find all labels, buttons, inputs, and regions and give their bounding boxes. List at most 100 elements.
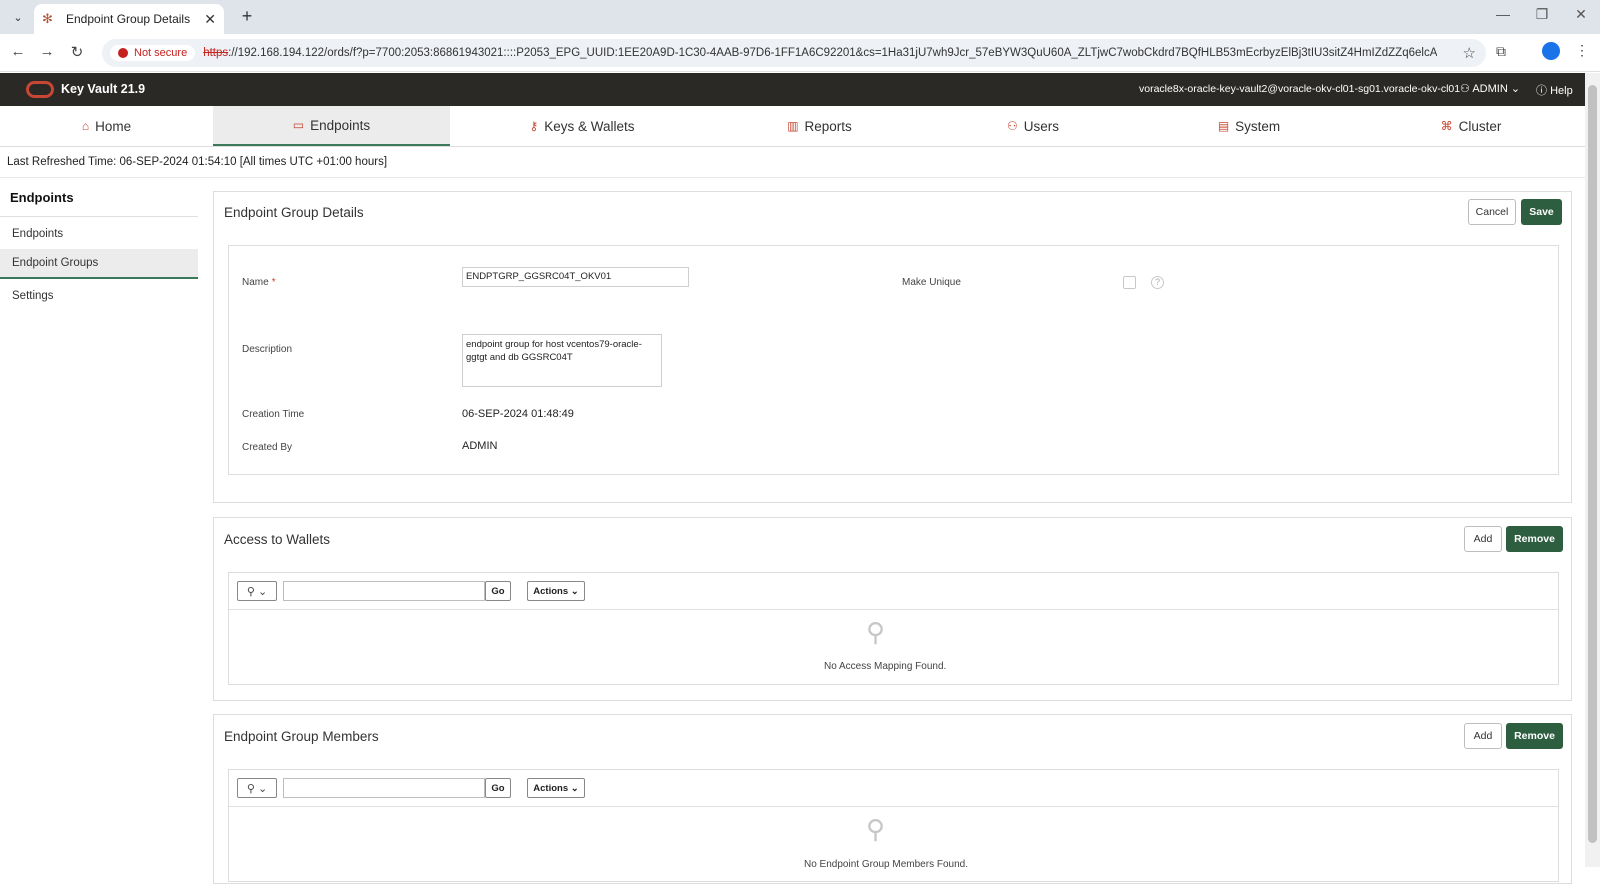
nav-system-label: System <box>1235 118 1281 134</box>
key-icon: ⚷ <box>529 119 539 133</box>
search-input[interactable] <box>283 581 485 601</box>
warning-icon <box>118 48 128 58</box>
minimize-icon[interactable]: — <box>1488 6 1518 22</box>
empty-search-icon: ⚲ <box>866 617 886 647</box>
chevron-down-icon: ⌄ <box>570 585 579 597</box>
actions-label: Actions <box>533 782 569 794</box>
sidebar-item-endpoints[interactable]: Endpoints <box>0 219 198 249</box>
back-icon[interactable]: ← <box>7 43 29 60</box>
product-name: Key Vault 21.9 <box>61 82 146 96</box>
creation-time-label: Creation Time <box>242 409 305 420</box>
go-button[interactable]: Go <box>485 581 511 601</box>
search-input[interactable] <box>283 778 485 798</box>
tab-list-chevron-icon[interactable]: ⌄ <box>8 7 28 27</box>
endpoint-group-details-region: Endpoint Group Details Cancel Save Name *… <box>213 191 1572 503</box>
nav-home[interactable]: ⌂ Home <box>0 106 213 146</box>
make-unique-label: Make Unique <box>902 277 961 288</box>
home-icon: ⌂ <box>81 119 90 133</box>
divider <box>229 609 1558 610</box>
new-tab-icon[interactable]: + <box>236 6 258 27</box>
nav-cluster[interactable]: ⌘ Cluster <box>1357 106 1585 146</box>
security-label: Not secure <box>134 47 188 59</box>
nav-cluster-label: Cluster <box>1458 118 1502 134</box>
actions-label: Actions <box>533 585 569 597</box>
bar-chart-icon: ▥ <box>787 119 799 133</box>
user-icon: ⚇ <box>1460 83 1470 95</box>
divider <box>0 216 198 217</box>
created-by-value: ADMIN <box>462 440 498 452</box>
tab-title: Endpoint Group Details <box>66 12 191 26</box>
name-field[interactable]: ENDPTGRP_GGSRC04T_OKV01 <box>462 267 689 287</box>
actions-menu-button[interactable]: Actions ⌄ <box>527 778 585 798</box>
profile-avatar[interactable] <box>1542 42 1560 60</box>
search-icon: ⚲ <box>246 585 255 598</box>
sidebar-item-label: Settings <box>12 290 54 302</box>
divider <box>229 806 1558 807</box>
actions-menu-button[interactable]: Actions ⌄ <box>527 581 585 601</box>
sidebar-item-settings[interactable]: Settings <box>0 281 198 311</box>
go-button[interactable]: Go <box>485 778 511 798</box>
security-badge[interactable]: Not secure <box>110 45 196 61</box>
created-by-label: Created By <box>242 442 293 453</box>
tab-close-icon[interactable]: ✕ <box>204 11 216 28</box>
nav-keys-wallets-label: Keys & Wallets <box>544 118 635 134</box>
save-button[interactable]: Save <box>1521 199 1562 225</box>
bookmark-star-icon[interactable]: ☆ <box>1463 44 1476 62</box>
empty-message: No Endpoint Group Members Found. <box>804 859 968 870</box>
wallets-report: ⚲ ⌄ Go Actions ⌄ ⚲ No Access Mapping Fou… <box>228 572 1559 685</box>
region-title: Access to Wallets <box>224 532 331 547</box>
user-menu[interactable]: ⚇ ADMIN ⌄ <box>1460 82 1520 95</box>
cancel-button[interactable]: Cancel <box>1468 199 1516 225</box>
description-field[interactable]: endpoint group for host vcentos79-oracle… <box>462 334 662 387</box>
nav-reports[interactable]: ▥ Reports <box>714 106 925 146</box>
name-label: Name * <box>242 277 276 288</box>
page-scrollbar[interactable] <box>1585 73 1600 867</box>
remove-wallet-button[interactable]: Remove <box>1506 526 1563 552</box>
chevron-down-icon: ⌄ <box>1510 83 1521 95</box>
sidebar-item-endpoint-groups[interactable]: Endpoint Groups <box>0 249 198 279</box>
search-column-selector[interactable]: ⚲ ⌄ <box>237 778 277 798</box>
browser-menu-icon[interactable]: ⋮ <box>1575 42 1589 59</box>
help-icon: ⓘ <box>1536 85 1547 97</box>
restore-icon[interactable]: ❐ <box>1527 6 1557 23</box>
chevron-down-icon: ⌄ <box>257 585 268 598</box>
members-report: ⚲ ⌄ Go Actions ⌄ ⚲ No Endpoint Group Mem… <box>228 769 1559 882</box>
user-name: ADMIN <box>1472 83 1508 95</box>
chevron-down-icon: ⌄ <box>570 782 579 794</box>
help-label: Help <box>1550 85 1573 97</box>
nav-system[interactable]: ▤ System <box>1141 106 1357 146</box>
sidebar-item-label: Endpoints <box>12 228 64 240</box>
browser-toolbar: ← → ↻ Not secure https ://192.168.194.12… <box>0 34 1600 72</box>
region-title: Endpoint Group Members <box>224 729 379 744</box>
host-label: voracle8x-oracle-key-vault2@voracle-okv-… <box>1139 83 1461 95</box>
window-close-icon[interactable]: ✕ <box>1566 6 1596 23</box>
nav-keys-wallets[interactable]: ⚷ Keys & Wallets <box>450 106 714 146</box>
scrollbar-thumb[interactable] <box>1588 85 1597 843</box>
add-member-button[interactable]: Add <box>1464 723 1502 749</box>
divider <box>0 177 1585 178</box>
add-wallet-button[interactable]: Add <box>1464 526 1502 552</box>
remove-member-button[interactable]: Remove <box>1506 723 1563 749</box>
reload-icon[interactable]: ↻ <box>66 43 88 61</box>
help-icon[interactable]: ? <box>1151 276 1164 289</box>
required-marker: * <box>271 277 276 288</box>
help-link[interactable]: ⓘ Help <box>1536 82 1573 98</box>
nav-users[interactable]: ⚇ Users <box>925 106 1141 146</box>
address-bar[interactable]: Not secure https ://192.168.194.122/ords… <box>102 39 1486 67</box>
system-icon: ▤ <box>1217 119 1230 133</box>
search-column-selector[interactable]: ⚲ ⌄ <box>237 581 277 601</box>
creation-time-value: 06-SEP-2024 01:48:49 <box>462 408 574 420</box>
app-favicon-icon: ✻ <box>42 11 53 26</box>
forward-icon[interactable]: → <box>36 43 58 60</box>
browser-tab[interactable]: ✻ Endpoint Group Details ✕ <box>34 4 224 34</box>
extensions-icon[interactable]: ⧉ <box>1496 43 1506 60</box>
empty-search-icon: ⚲ <box>866 814 886 844</box>
cluster-icon: ⌘ <box>1440 119 1453 133</box>
name-label-text: Name <box>242 277 269 288</box>
region-title: Endpoint Group Details <box>224 205 364 220</box>
nav-endpoints-label: Endpoints <box>310 117 371 133</box>
nav-endpoints[interactable]: ▭ Endpoints <box>213 106 450 146</box>
sidebar-item-label: Endpoint Groups <box>12 257 99 269</box>
details-form: Name * ENDPTGRP_GGSRC04T_OKV01 Make Uniqu… <box>228 245 1559 475</box>
make-unique-checkbox[interactable] <box>1123 276 1136 289</box>
